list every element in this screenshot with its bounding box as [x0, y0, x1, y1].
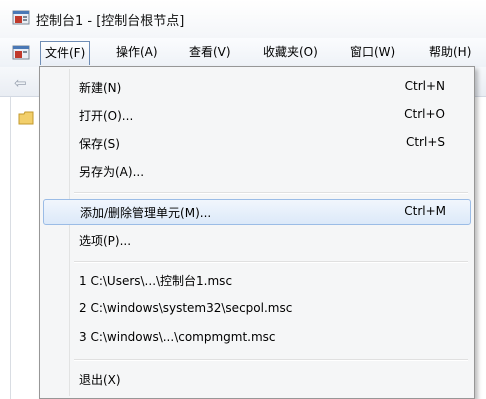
menu-bar: 文件(F) 操作(A) 查看(V) 收藏夹(O) 窗口(W) 帮助(H) [0, 38, 486, 68]
menu-separator [74, 359, 468, 361]
menu-item-shortcut: Ctrl+O [404, 107, 445, 121]
menu-item-save[interactable]: 保存(S) Ctrl+S [43, 131, 469, 155]
mmc-console-icon [12, 10, 30, 25]
menu-window[interactable]: 窗口(W) [346, 38, 399, 67]
menu-item-new[interactable]: 新建(N) Ctrl+N [43, 75, 469, 99]
menu-item-open[interactable]: 打开(O)... Ctrl+O [43, 103, 469, 127]
menu-item-label: 1 C:\Users\...\控制台1.msc [79, 274, 233, 288]
menu-item-label: 保存(S) [79, 137, 120, 151]
menu-item-label: 退出(X) [79, 373, 121, 387]
pane-divider [10, 97, 11, 399]
menu-item-label: 3 C:\windows\...\compmgmt.msc [79, 330, 276, 344]
folder-icon[interactable] [18, 111, 34, 125]
menu-item-label: 选项(P)... [79, 234, 132, 248]
menu-item-label: 新建(N) [79, 81, 122, 95]
menu-view[interactable]: 查看(V) [185, 38, 235, 67]
menu-item-recent-2[interactable]: 2 C:\windows\system32\secpol.msc [43, 297, 469, 321]
menu-item-label: 添加/删除管理单元(M)... [80, 206, 212, 220]
menu-item-recent-1[interactable]: 1 C:\Users\...\控制台1.msc [43, 268, 469, 292]
window-title: 控制台1 - [控制台根节点] [36, 14, 185, 29]
menu-favorites[interactable]: 收藏夹(O) [259, 38, 322, 67]
menu-item-recent-3[interactable]: 3 C:\windows\...\compmgmt.msc [43, 326, 469, 350]
menu-item-label: 另存为(A)... [79, 165, 145, 179]
menu-file[interactable]: 文件(F) [40, 41, 91, 65]
back-arrow-icon[interactable]: ⇦ [14, 74, 27, 92]
file-dropdown-menu: 新建(N) Ctrl+N 打开(O)... Ctrl+O 保存(S) Ctrl+… [39, 66, 475, 399]
menu-item-exit[interactable]: 退出(X) [43, 367, 469, 391]
menu-item-shortcut: Ctrl+S [405, 135, 445, 149]
menu-item-shortcut: Ctrl+N [404, 79, 445, 93]
menu-item-add-remove-snapin[interactable]: 添加/删除管理单元(M)... Ctrl+M [43, 199, 471, 225]
menu-item-shortcut: Ctrl+M [404, 204, 446, 218]
menu-item-save-as[interactable]: 另存为(A)... [43, 159, 469, 183]
menu-separator [74, 192, 468, 194]
menu-item-label: 2 C:\windows\system32\secpol.msc [79, 301, 293, 315]
title-bar: 控制台1 - [控制台根节点] [0, 0, 486, 39]
menu-separator [74, 261, 468, 263]
menu-help[interactable]: 帮助(H) [425, 38, 475, 67]
menu-action[interactable]: 操作(A) [112, 38, 162, 67]
menu-item-label: 打开(O)... [79, 109, 134, 123]
mmc-console-icon[interactable] [12, 44, 30, 62]
menu-item-options[interactable]: 选项(P)... [43, 228, 469, 252]
